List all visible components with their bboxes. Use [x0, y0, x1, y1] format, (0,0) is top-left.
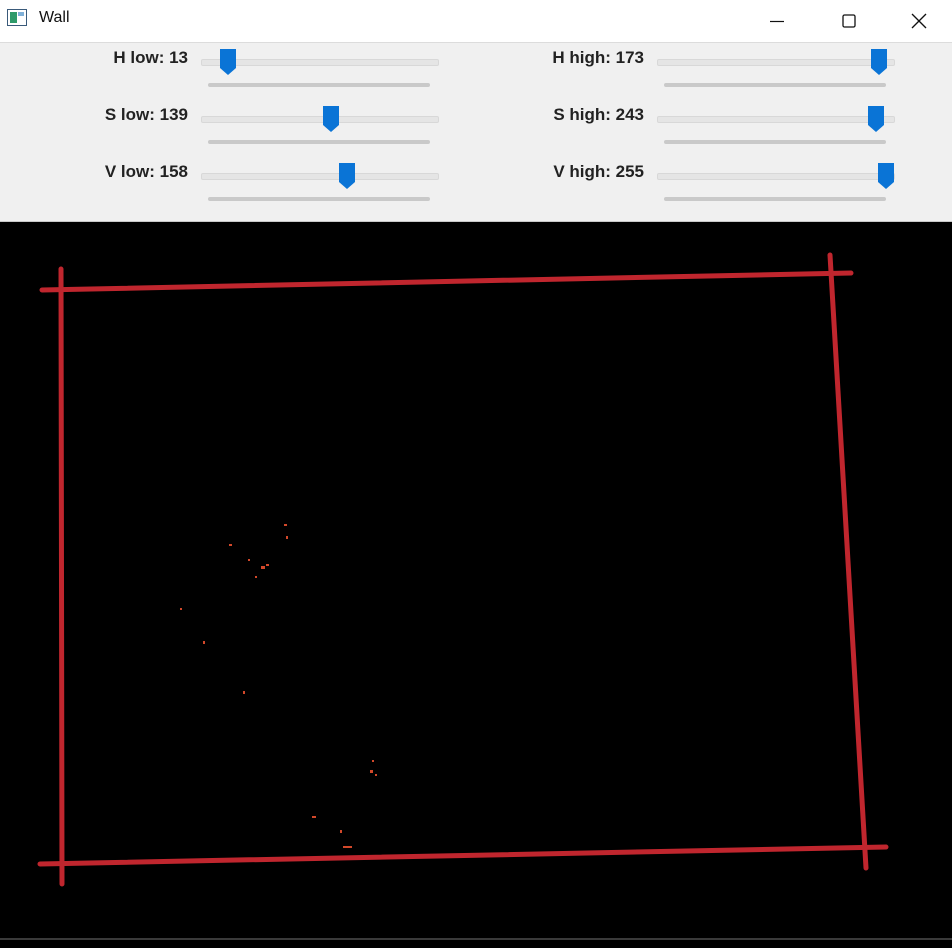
mask-image [37, 252, 889, 887]
v-low-scale [208, 197, 430, 201]
h-high-slider-thumb[interactable] [870, 48, 888, 76]
v-high-track[interactable] [657, 173, 895, 180]
v-low-track[interactable] [201, 173, 439, 180]
h-low-scale [208, 83, 430, 87]
app-window-icon [7, 9, 27, 26]
minimize-button[interactable] [742, 0, 812, 42]
h-low-slider-thumb[interactable] [219, 48, 237, 76]
s-low-slider-thumb[interactable] [322, 105, 340, 133]
maximize-icon [842, 14, 856, 28]
s-high-track[interactable] [657, 116, 895, 123]
v-high-scale [664, 197, 886, 201]
window-title: Wall [39, 9, 70, 26]
v-low-slider-thumb[interactable] [338, 162, 356, 190]
h-high-track[interactable] [657, 59, 895, 66]
s-low-scale [208, 140, 430, 144]
v-high-label: V high: 255 [553, 162, 644, 181]
image-viewport [0, 222, 952, 938]
s-high-label: S high: 243 [553, 105, 644, 124]
mask-lines [37, 252, 889, 887]
minimize-icon [770, 20, 784, 23]
v-high-slider-thumb[interactable] [877, 162, 895, 190]
h-high-scale [664, 83, 886, 87]
close-icon [911, 13, 927, 29]
s-low-track[interactable] [201, 116, 439, 123]
s-high-scale [664, 140, 886, 144]
maximize-button[interactable] [814, 0, 884, 42]
title-bar: Wall [0, 0, 952, 43]
mask-noise [180, 524, 377, 848]
s-low-label: S low: 139 [104, 105, 188, 124]
close-button[interactable] [884, 0, 952, 42]
window-bottom-edge [0, 938, 952, 948]
h-low-label: H low: 13 [113, 48, 188, 67]
h-high-label: H high: 173 [552, 48, 644, 67]
v-low-label: V low: 158 [104, 162, 188, 181]
trackbar-panel: H low: 13 S low: 139 V low: 158 H high: … [0, 43, 952, 222]
s-high-slider-thumb[interactable] [867, 105, 885, 133]
